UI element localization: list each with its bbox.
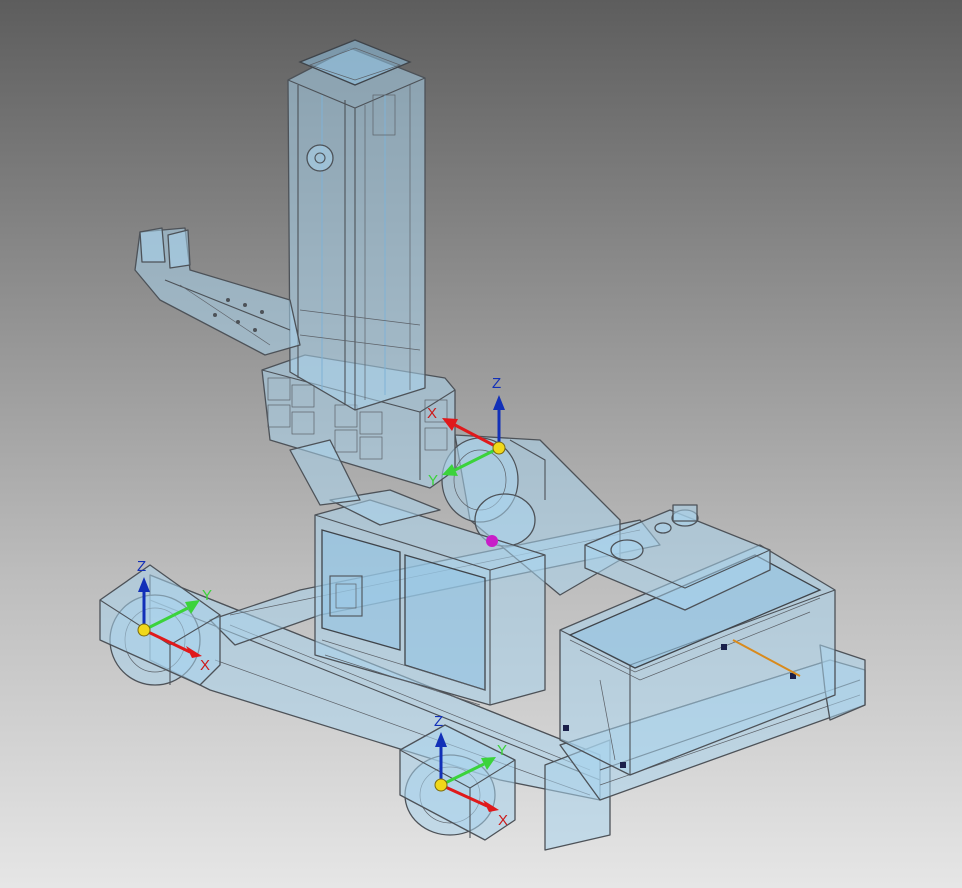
triad-origin-handle[interactable] bbox=[137, 623, 151, 637]
center-of-mass-marker bbox=[486, 535, 498, 547]
triad-origin-handle[interactable] bbox=[434, 778, 448, 792]
triad-origin-handle[interactable] bbox=[492, 441, 506, 455]
triad-y-label: Y bbox=[202, 587, 212, 604]
triad-y-label: Y bbox=[497, 742, 507, 759]
machine-model[interactable]: Z X Y Z X Y Z X Y bbox=[0, 0, 962, 888]
cad-viewport[interactable]: Z X Y Z X Y Z X Y bbox=[0, 0, 962, 888]
triad-x-label: X bbox=[498, 812, 508, 829]
mast[interactable] bbox=[287, 39, 426, 411]
mount-point bbox=[620, 762, 626, 768]
mast-pulley bbox=[306, 144, 334, 172]
mount-point bbox=[721, 644, 727, 650]
triad-x-label: X bbox=[200, 657, 210, 674]
triad-z-label: Z bbox=[137, 558, 146, 575]
z-arrow-icon bbox=[493, 395, 505, 410]
side-arm[interactable] bbox=[134, 227, 301, 356]
triad-z-label: Z bbox=[434, 713, 443, 730]
triad-x-label: X bbox=[427, 405, 437, 422]
triad-y-label: Y bbox=[428, 472, 438, 489]
mount-point bbox=[563, 725, 569, 731]
triad-z-label: Z bbox=[492, 375, 501, 392]
